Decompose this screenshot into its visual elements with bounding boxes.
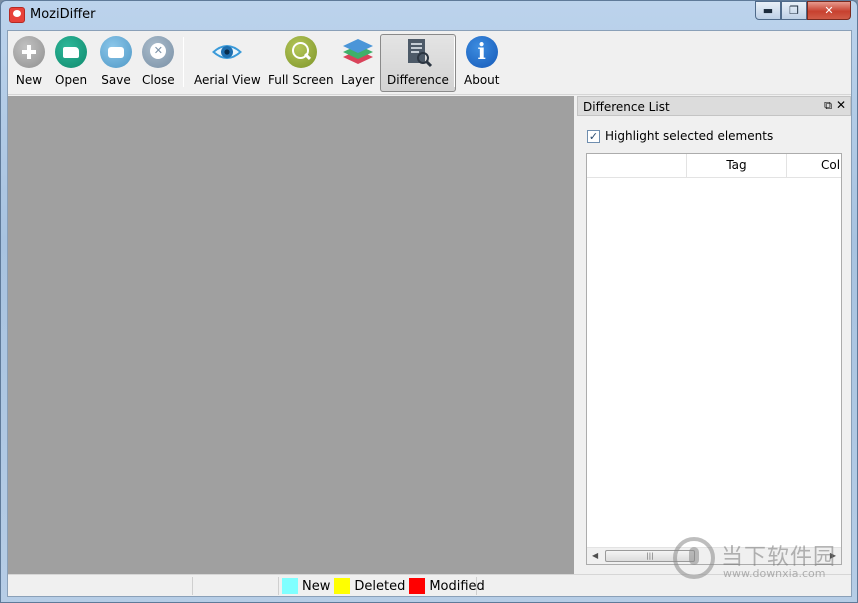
open-label: Open <box>55 73 88 87</box>
status-divider <box>278 577 279 595</box>
new-button[interactable]: New <box>13 35 45 93</box>
minimize-button[interactable]: ▬ <box>755 1 781 20</box>
save-button[interactable]: Save <box>100 35 132 93</box>
column-header-tag[interactable]: Tag <box>687 154 787 177</box>
status-divider <box>192 577 193 595</box>
window-title: MoziDiffer <box>30 7 96 22</box>
aerial-view-label: Aerial View <box>194 73 261 87</box>
briefcase-save-icon <box>100 36 132 68</box>
open-button[interactable]: Open <box>55 35 87 93</box>
full-screen-label: Full Screen <box>268 73 334 87</box>
maximize-button[interactable]: ❐ <box>781 1 807 20</box>
panel-title: Difference List <box>583 100 670 114</box>
layer-label: Layer <box>341 73 375 87</box>
difference-button[interactable]: Difference <box>380 34 456 92</box>
difference-list-panel: Difference List ⧉ ✕ ✓ Highlight selected… <box>577 96 851 574</box>
save-label: Save <box>101 73 131 87</box>
document-search-icon <box>402 36 434 68</box>
client-area: New Open Save Close <box>7 30 852 597</box>
zoom-in-icon <box>284 36 317 68</box>
toolbar: New Open Save Close <box>8 31 851 95</box>
about-button[interactable]: About <box>464 35 499 93</box>
highlight-label: Highlight selected elements <box>605 129 774 143</box>
watermark-url: www.downxia.com <box>723 567 826 580</box>
title-bar[interactable]: MoziDiffer ▬ ❐ ✕ <box>1 1 857 29</box>
deleted-swatch <box>334 578 351 594</box>
column-header-blank[interactable] <box>587 154 687 177</box>
restore-icon: ❐ <box>789 4 799 17</box>
close-window-button[interactable]: ✕ <box>807 1 851 20</box>
info-icon <box>465 36 498 68</box>
eye-icon <box>211 36 243 68</box>
modified-swatch <box>409 578 426 594</box>
watermark: 当下软件园 www.downxia.com <box>673 537 853 583</box>
diff-canvas[interactable] <box>8 96 574 574</box>
scroll-left-icon[interactable]: ◀ <box>592 551 598 560</box>
watermark-logo-icon <box>673 537 715 579</box>
plus-circle-icon <box>13 36 45 68</box>
app-icon <box>9 7 25 23</box>
layer-button[interactable]: Layer <box>341 35 374 93</box>
close-panel-icon[interactable]: ✕ <box>836 98 846 112</box>
folder-open-icon <box>55 36 88 68</box>
window-frame: MoziDiffer ▬ ❐ ✕ New Open Save Close <box>0 0 858 603</box>
difference-table[interactable]: Tag Col ◀ ||| ▶ <box>586 153 842 565</box>
difference-label: Difference <box>387 73 449 87</box>
aerial-view-button[interactable]: Aerial View <box>194 35 261 93</box>
toolbar-separator <box>183 37 184 87</box>
status-legend: New Deleted Modified <box>282 577 489 595</box>
toolbar-separator <box>454 37 455 87</box>
full-screen-button[interactable]: Full Screen <box>268 35 334 93</box>
close-circle-icon <box>142 36 175 68</box>
close-icon: ✕ <box>824 4 834 17</box>
legend-new-label: New <box>302 578 331 594</box>
highlight-checkbox[interactable]: ✓ <box>587 130 600 143</box>
window-controls: ▬ ❐ ✕ <box>755 1 851 21</box>
status-divider <box>476 577 477 595</box>
about-label: About <box>464 73 500 87</box>
table-header: Tag Col <box>587 154 841 178</box>
new-label: New <box>15 73 43 87</box>
panel-title-bar[interactable]: Difference List ⧉ ✕ <box>577 96 851 116</box>
float-panel-icon[interactable]: ⧉ <box>824 99 832 113</box>
new-swatch <box>282 578 298 594</box>
close-label: Close <box>142 73 175 87</box>
legend-deleted-label: Deleted <box>354 578 406 594</box>
minimize-icon: ▬ <box>762 4 774 17</box>
close-button[interactable]: Close <box>142 35 175 93</box>
column-header-col[interactable]: Col <box>787 154 841 177</box>
layers-icon <box>342 36 374 68</box>
